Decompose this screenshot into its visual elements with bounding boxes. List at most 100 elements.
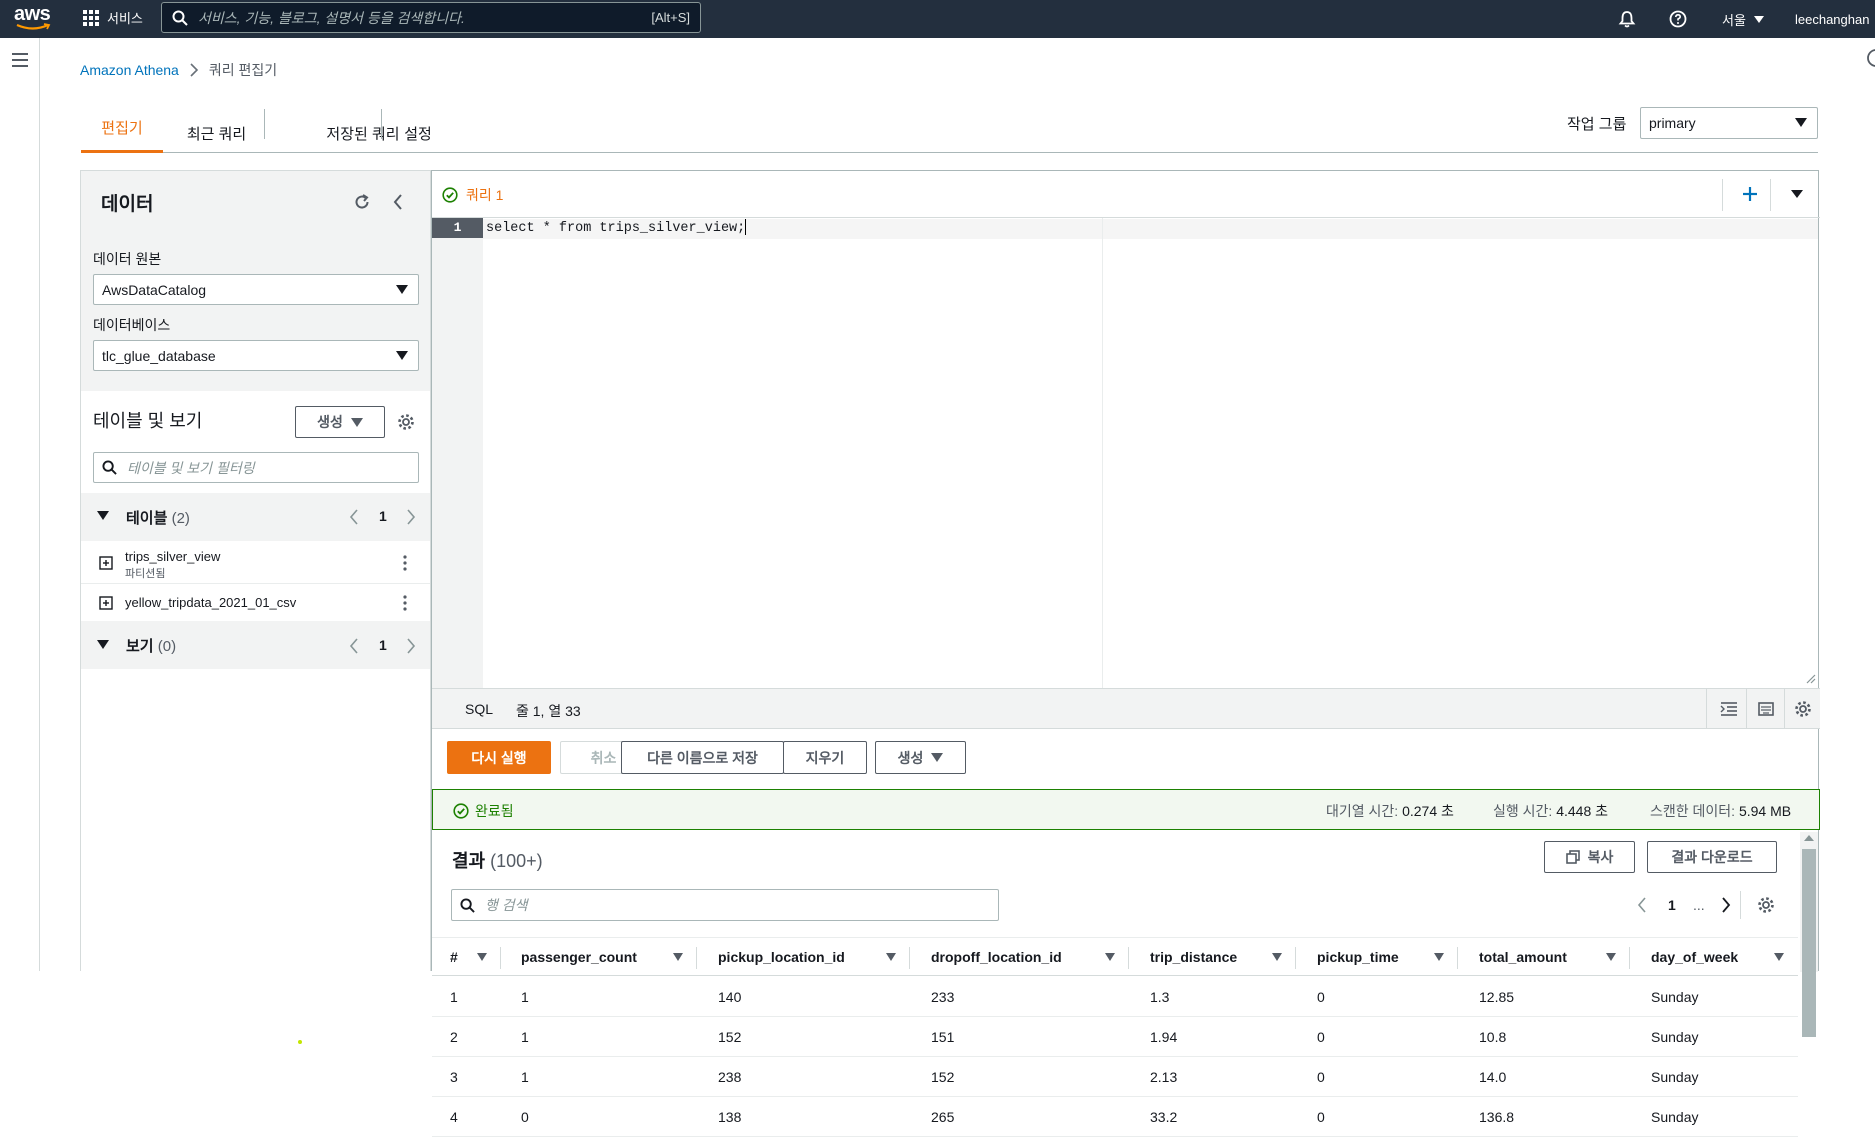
views-page-number[interactable]: 1 bbox=[379, 637, 387, 653]
sql-code-editor[interactable]: select * from trips_silver_view; bbox=[486, 219, 747, 239]
chevron-left-icon[interactable] bbox=[1637, 897, 1647, 913]
create-menu-button[interactable]: 생성 bbox=[875, 741, 966, 774]
table-item[interactable]: yellow_tripdata_2021_01_csv bbox=[81, 584, 430, 621]
save-as-button[interactable]: 다른 이름으로 저장 bbox=[621, 741, 784, 774]
results-page-number[interactable]: 1 bbox=[1668, 897, 1676, 913]
chevron-right-icon[interactable] bbox=[406, 509, 416, 525]
chevron-right-icon[interactable] bbox=[406, 638, 416, 654]
tab-editor[interactable]: 편집기 bbox=[81, 104, 163, 153]
search-placeholder: 서비스, 기능, 블로그, 설명서 등을 검색합니다. bbox=[198, 9, 465, 26]
table-cell: 10.8 bbox=[1479, 1029, 1507, 1045]
table-cell: 4 bbox=[450, 1109, 458, 1125]
more-options-icon[interactable] bbox=[403, 595, 407, 611]
tables-label-group[interactable]: 테이블 (2) bbox=[126, 507, 190, 528]
table-cell: 14.0 bbox=[1479, 1069, 1507, 1085]
refresh-icon[interactable] bbox=[353, 193, 371, 211]
data-source-value: AwsDataCatalog bbox=[102, 281, 207, 298]
chevron-left-icon[interactable] bbox=[349, 638, 359, 654]
sort-caret-icon[interactable] bbox=[1434, 953, 1444, 961]
resize-handle-icon[interactable] bbox=[1806, 674, 1816, 684]
gear-icon[interactable] bbox=[397, 413, 415, 431]
tab-menu-caret-icon[interactable] bbox=[1791, 190, 1803, 198]
stray-dot bbox=[298, 1040, 302, 1044]
data-source-select[interactable]: AwsDataCatalog bbox=[93, 274, 419, 305]
collapse-panel-icon[interactable] bbox=[392, 194, 404, 210]
tab-recent-queries[interactable]: 최근 쿼리 bbox=[169, 114, 264, 152]
column-header: pickup_location_id bbox=[718, 949, 845, 965]
chevron-left-icon[interactable] bbox=[349, 509, 359, 525]
data-panel-title: 데이터 bbox=[101, 194, 154, 215]
expand-plus-icon[interactable] bbox=[99, 556, 113, 570]
create-table-button[interactable]: 생성 bbox=[295, 406, 385, 438]
help-button[interactable] bbox=[1669, 0, 1687, 38]
services-label: 서비스 bbox=[107, 11, 143, 26]
expand-caret-icon[interactable] bbox=[97, 640, 109, 649]
info-panel-icon[interactable] bbox=[1866, 48, 1875, 68]
tables-page-number[interactable]: 1 bbox=[379, 508, 387, 524]
add-query-tab-icon[interactable] bbox=[1742, 186, 1758, 202]
table-item[interactable]: trips_silver_view 파티션됨 bbox=[81, 541, 430, 584]
keyboard-icon[interactable] bbox=[1758, 702, 1774, 716]
table-cell: 1 bbox=[450, 989, 458, 1005]
sort-caret-icon[interactable] bbox=[1774, 953, 1784, 961]
table-cell: Sunday bbox=[1651, 1069, 1699, 1085]
table-cell: 0 bbox=[1317, 1069, 1325, 1085]
sort-caret-icon[interactable] bbox=[886, 953, 896, 961]
region-selector[interactable]: 서울 bbox=[1722, 0, 1764, 38]
scrollbar-thumb[interactable] bbox=[1802, 849, 1816, 1037]
table-filter-placeholder: 테이블 및 보기 필터링 bbox=[127, 459, 255, 476]
global-search-input[interactable]: 서비스, 기능, 블로그, 설명서 등을 검색합니다. [Alt+S] bbox=[161, 2, 701, 33]
views-label-group[interactable]: 보기 (0) bbox=[126, 635, 176, 656]
download-results-button[interactable]: 결과 다운로드 bbox=[1647, 841, 1777, 873]
copy-results-button[interactable]: 복사 bbox=[1544, 841, 1635, 873]
format-query-icon[interactable] bbox=[1720, 701, 1738, 717]
help-icon bbox=[1669, 10, 1687, 28]
sort-caret-icon[interactable] bbox=[1272, 953, 1282, 961]
search-icon bbox=[102, 460, 117, 475]
table-row: 3 1 238 152 2.13 0 14.0 Sunday bbox=[432, 1057, 1798, 1097]
account-menu[interactable]: leechanghan bbox=[1795, 0, 1875, 38]
breadcrumb-athena-link[interactable]: Amazon Athena bbox=[80, 62, 179, 78]
tables-views-title: 테이블 및 보기 bbox=[93, 411, 203, 431]
table-cell: 1 bbox=[521, 1069, 529, 1085]
tables-label: 테이블 bbox=[126, 510, 168, 527]
sql-code: select * from trips_silver_view; bbox=[486, 221, 746, 236]
gear-icon[interactable] bbox=[1757, 896, 1775, 914]
gear-icon[interactable] bbox=[1794, 700, 1812, 718]
chevron-right-icon[interactable] bbox=[1721, 897, 1731, 913]
sort-caret-icon[interactable] bbox=[1606, 953, 1616, 961]
sort-caret-icon[interactable] bbox=[673, 953, 683, 961]
top-navigation: aws 서비스 서비스, 기능, 블로그, 설명서 등을 검색합니다. [Alt… bbox=[0, 0, 1875, 38]
aws-logo[interactable]: aws bbox=[14, 4, 56, 34]
sort-caret-icon[interactable] bbox=[1105, 953, 1115, 961]
workgroup-label: 작업 그룹 bbox=[1567, 116, 1627, 133]
workgroup-select[interactable]: primary bbox=[1640, 107, 1818, 139]
services-menu[interactable]: 서비스 bbox=[83, 8, 143, 27]
clear-button[interactable]: 지우기 bbox=[783, 741, 867, 774]
table-cell: 3 bbox=[450, 1069, 458, 1085]
breadcrumb-current: 쿼리 편집기 bbox=[208, 62, 278, 78]
status-success-icon bbox=[442, 187, 458, 203]
table-cell: 152 bbox=[718, 1029, 742, 1045]
run-again-button[interactable]: 다시 실행 bbox=[447, 741, 551, 774]
table-cell: Sunday bbox=[1651, 1109, 1699, 1125]
expand-caret-icon[interactable] bbox=[97, 511, 109, 520]
notifications-button[interactable] bbox=[1618, 0, 1636, 38]
caret-down-icon bbox=[1795, 118, 1807, 127]
status-completed: 완료됨 bbox=[453, 801, 514, 821]
more-options-icon[interactable] bbox=[403, 555, 407, 571]
results-scrollbar[interactable] bbox=[1800, 832, 1818, 1037]
sort-caret-icon[interactable] bbox=[477, 953, 487, 961]
hamburger-menu-icon[interactable] bbox=[11, 52, 29, 68]
scroll-up-icon[interactable] bbox=[1804, 835, 1814, 841]
expand-plus-icon[interactable] bbox=[99, 596, 113, 610]
queue-time: 대기열 시간: 0.274 초 bbox=[1326, 803, 1454, 819]
database-select[interactable]: tlc_glue_database bbox=[93, 340, 419, 371]
column-header: passenger_count bbox=[521, 949, 637, 965]
table-name: yellow_tripdata_2021_01_csv bbox=[125, 595, 297, 610]
table-filter-input[interactable]: 테이블 및 보기 필터링 bbox=[93, 452, 419, 483]
tab-settings[interactable]: 설정 bbox=[382, 114, 454, 152]
column-header: dropoff_location_id bbox=[931, 949, 1062, 965]
row-search-input[interactable]: 행 검색 bbox=[451, 889, 999, 921]
query-tab[interactable]: 쿼리 1 bbox=[442, 185, 503, 205]
